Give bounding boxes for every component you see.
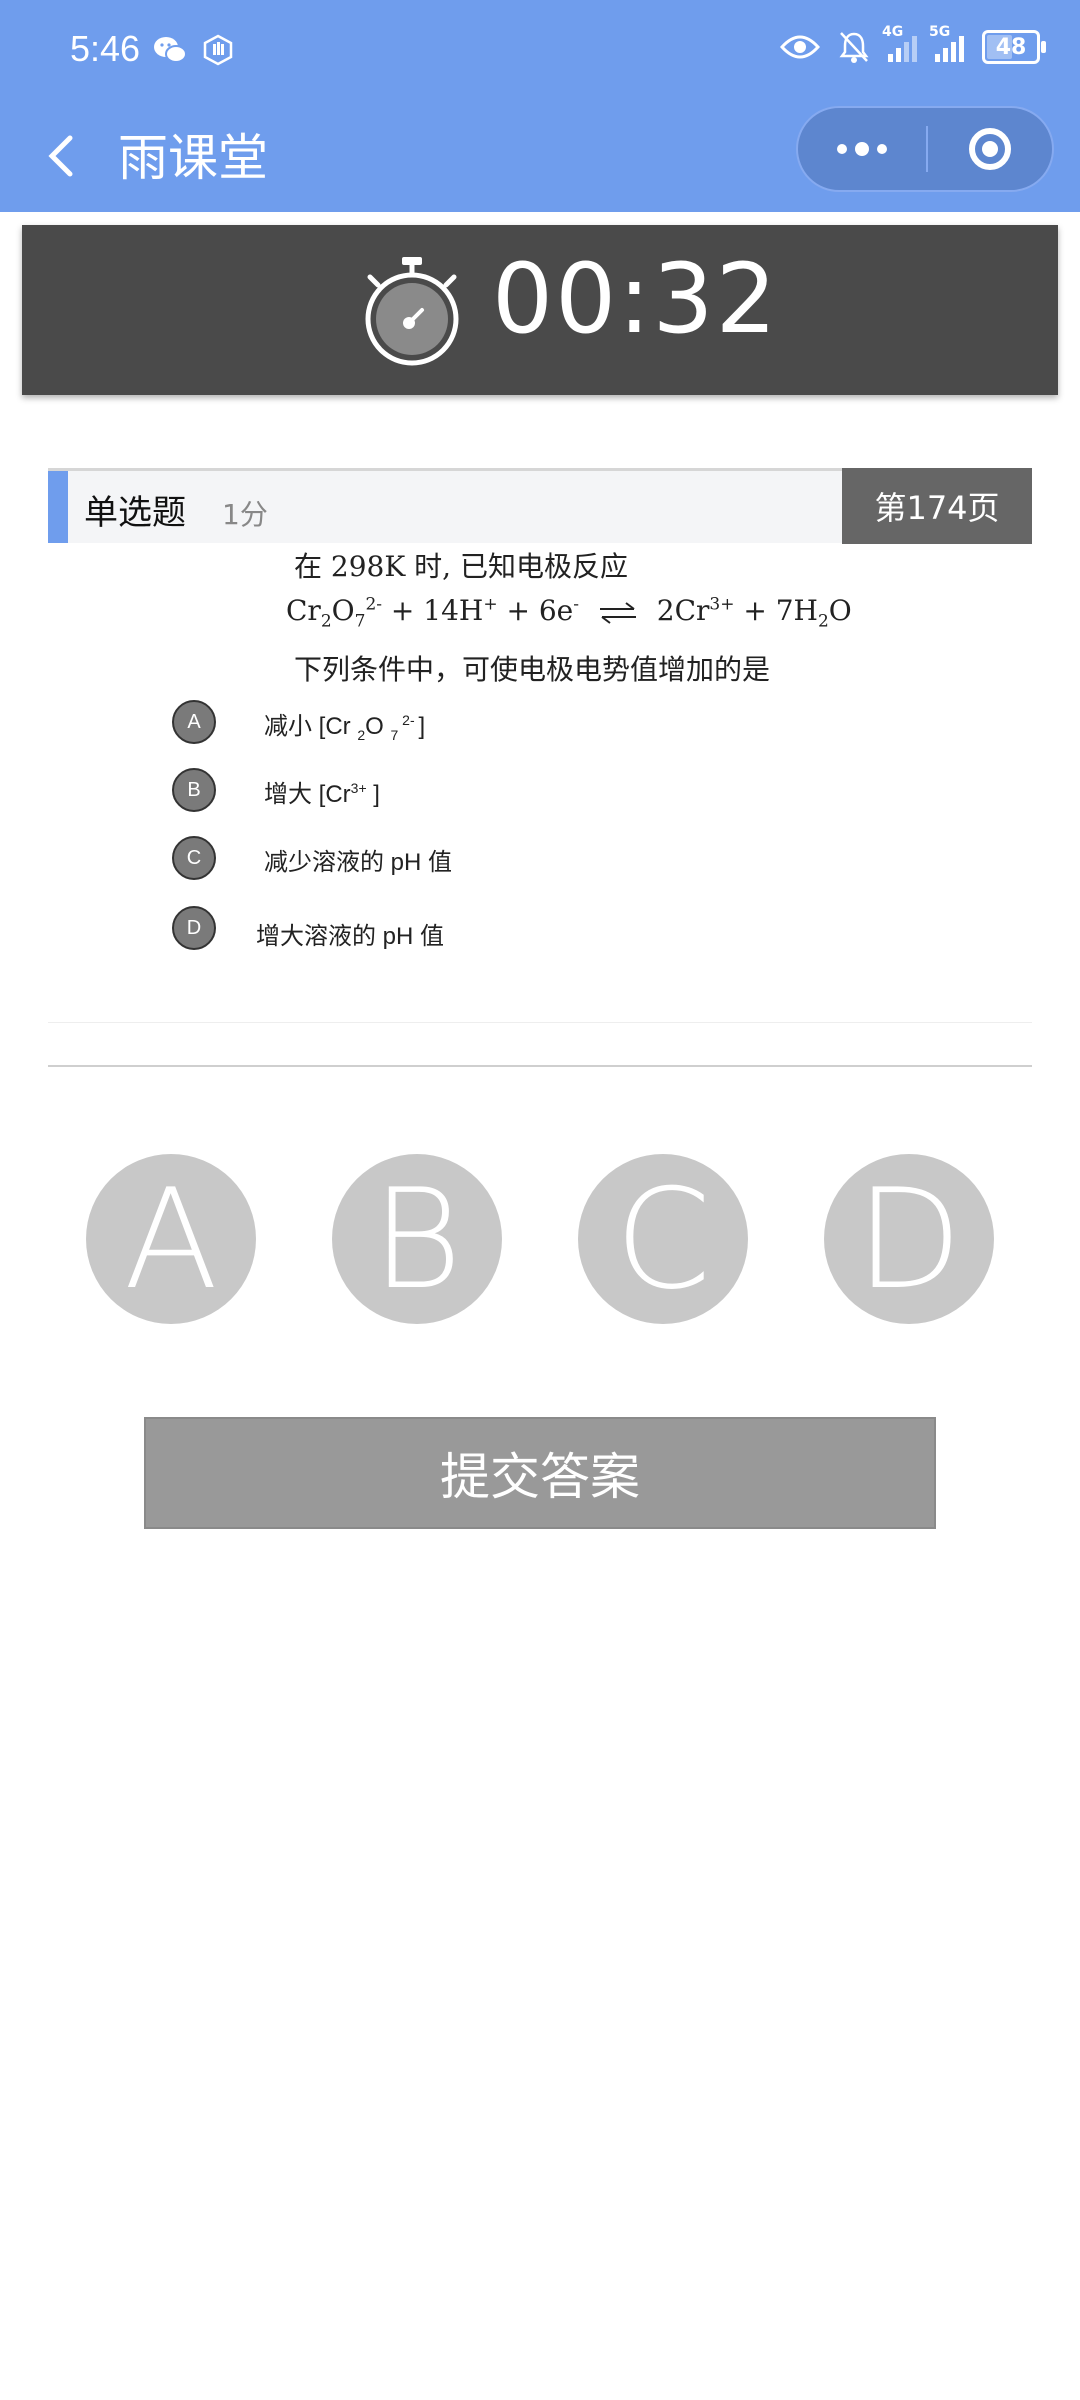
status-left-icons xyxy=(152,34,234,66)
question-line-1: 在 298K 时, 已知电极反应 xyxy=(294,550,628,583)
bell-muted-icon xyxy=(839,32,869,63)
question-line-3: 下列条件中，可使电极电势值增加的是 xyxy=(294,653,771,686)
option-text: 增大 [Cr3+ ] xyxy=(264,780,380,808)
header-accent xyxy=(48,471,68,543)
page-title: 雨课堂 xyxy=(118,130,268,186)
wechat-icon xyxy=(154,37,187,63)
answer-choice-b[interactable]: B xyxy=(332,1154,502,1324)
page-badge: 第174页 xyxy=(842,468,1032,544)
status-right: 4G 5G 48 xyxy=(780,24,1046,64)
answer-choice-d[interactable]: D xyxy=(824,1154,994,1324)
option-letter: B xyxy=(172,768,216,812)
submit-answer-button[interactable]: 提交答案 xyxy=(144,1417,936,1529)
option-letter: C xyxy=(172,836,216,880)
more-dots-icon[interactable] xyxy=(798,108,926,190)
question-equation: Cr2O72- + 14H+ + 6e- 2Cr3+ + 7H2O xyxy=(286,594,852,632)
question-type: 单选题 xyxy=(84,494,186,532)
miniapp-capsule xyxy=(796,106,1054,192)
answer-choice-c[interactable]: C xyxy=(578,1154,748,1324)
timer-value: 00:32 xyxy=(492,243,779,355)
status-bar: 5:46 4G 5G 48 xyxy=(0,0,1080,104)
eye-icon xyxy=(780,35,820,59)
battery-level: 48 xyxy=(995,34,1027,60)
option-letter: D xyxy=(172,906,216,950)
stopwatch-icon xyxy=(365,257,459,366)
option-text: 减小 [Cr 2O 7 2- ] xyxy=(264,712,426,743)
option-letter: A xyxy=(172,700,216,744)
app-header: 5:46 4G 5G 48 雨课堂 xyxy=(0,0,1080,212)
divider xyxy=(48,1022,1032,1023)
chevron-left-icon[interactable] xyxy=(40,126,80,186)
signal-5g-icon: 5G xyxy=(929,24,964,62)
question-score: 1分 xyxy=(222,498,268,531)
target-circle-icon[interactable] xyxy=(928,108,1052,190)
answer-choice-a[interactable]: A xyxy=(86,1154,256,1324)
divider xyxy=(48,1065,1032,1067)
title-bar: 雨课堂 xyxy=(0,104,1080,212)
option-text: 减少溶液的 pH 值 xyxy=(264,849,453,876)
equilibrium-arrow-icon xyxy=(599,601,636,624)
countdown-timer: 00:32 xyxy=(22,225,1058,395)
battery-icon: 48 xyxy=(982,30,1046,64)
hand-badge-icon xyxy=(203,34,233,66)
status-time: 5:46 xyxy=(70,28,141,69)
signal-4g-icon: 4G xyxy=(882,24,917,62)
option-text: 增大溶液的 pH 值 xyxy=(256,923,445,950)
question-header: 单选题 1分 第174页 xyxy=(48,468,1032,544)
